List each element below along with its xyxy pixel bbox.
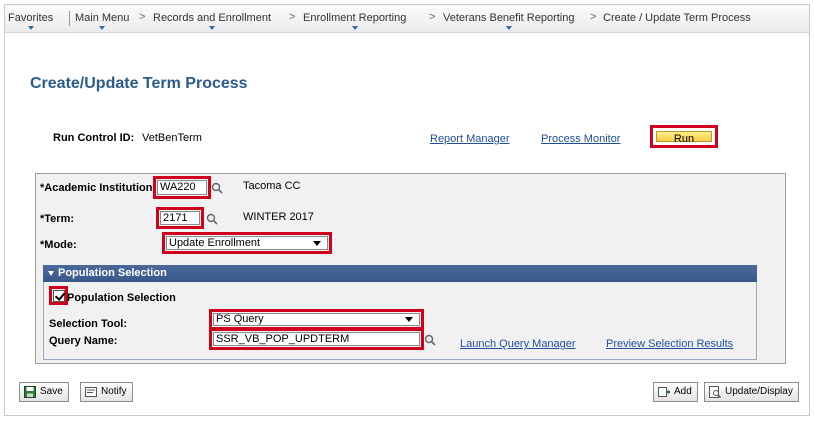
population-section-header[interactable]: Population Selection: [43, 265, 757, 282]
add-icon: [658, 387, 670, 397]
launch-query-manager-link[interactable]: Launch Query Manager: [460, 338, 576, 350]
preview-selection-results-link[interactable]: Preview Selection Results: [606, 338, 733, 350]
add-button[interactable]: Add: [653, 382, 698, 402]
population-selection-label: Population Selection: [67, 292, 176, 304]
chevron-down-icon: [313, 241, 321, 246]
institution-input[interactable]: WA220: [157, 180, 207, 195]
chevron-down-icon: [27, 26, 34, 30]
breadcrumb-separator: >: [590, 11, 597, 23]
breadcrumb-separator: >: [139, 11, 146, 23]
query-name-label: Query Name:: [49, 335, 118, 347]
update-display-icon: [709, 386, 721, 398]
search-icon[interactable]: [206, 213, 218, 225]
chevron-down-icon: [209, 26, 215, 30]
crumb-create-update-term[interactable]: Create / Update Term Process: [603, 12, 751, 24]
population-selection-checkbox[interactable]: [53, 290, 66, 302]
crumb-veterans-benefit[interactable]: Veterans Benefit Reporting: [443, 12, 574, 30]
notify-button[interactable]: Notify: [80, 382, 133, 402]
institution-description: Tacoma CC: [243, 180, 301, 192]
process-monitor-link[interactable]: Process Monitor: [541, 133, 620, 145]
institution-label: *Academic Institution:: [40, 182, 157, 194]
breadcrumb-separator: >: [289, 11, 296, 23]
crumb-records-enrollment[interactable]: Records and Enrollment: [153, 12, 271, 30]
run-button[interactable]: Run: [656, 131, 712, 145]
term-description: WINTER 2017: [243, 211, 314, 223]
report-manager-link[interactable]: Report Manager: [430, 133, 510, 145]
breadcrumb-separator: >: [429, 11, 436, 23]
crumb-main-menu[interactable]: Main Menu: [75, 12, 129, 30]
checkmark-icon: [54, 290, 66, 301]
mode-label: *Mode:: [40, 239, 77, 251]
search-icon[interactable]: [211, 182, 223, 194]
search-icon[interactable]: [424, 334, 436, 346]
page-title: Create/Update Term Process: [30, 75, 248, 92]
run-control-value: VetBenTerm: [142, 132, 202, 144]
divider: [69, 11, 70, 26]
notify-icon: [85, 387, 97, 397]
term-label: *Term:: [40, 213, 75, 225]
mode-select[interactable]: Update Enrollment: [166, 236, 328, 250]
selection-tool-label: Selection Tool:: [49, 318, 128, 330]
breadcrumb: Favorites Main Menu > Records and Enroll…: [5, 5, 809, 33]
chevron-down-icon: [505, 26, 512, 30]
chevron-down-icon: [405, 317, 413, 322]
chevron-down-icon: [351, 26, 358, 30]
update-display-button[interactable]: Update/Display: [704, 382, 799, 402]
chevron-down-icon: [99, 26, 106, 30]
query-name-input[interactable]: SSR_VB_POP_UPDTERM: [213, 332, 420, 346]
save-button[interactable]: Save: [19, 382, 69, 402]
page-frame: Favorites Main Menu > Records and Enroll…: [4, 4, 810, 416]
crumb-enrollment-reporting[interactable]: Enrollment Reporting: [303, 12, 406, 30]
selection-tool-select[interactable]: PS Query: [213, 313, 420, 326]
collapse-triangle-icon: [48, 270, 54, 276]
run-button-highlight: Run: [650, 125, 718, 148]
crumb-favorites[interactable]: Favorites: [8, 12, 53, 30]
save-icon: [24, 386, 36, 398]
run-control-label: Run Control ID:: [53, 132, 135, 144]
term-input[interactable]: 2171: [160, 211, 200, 225]
